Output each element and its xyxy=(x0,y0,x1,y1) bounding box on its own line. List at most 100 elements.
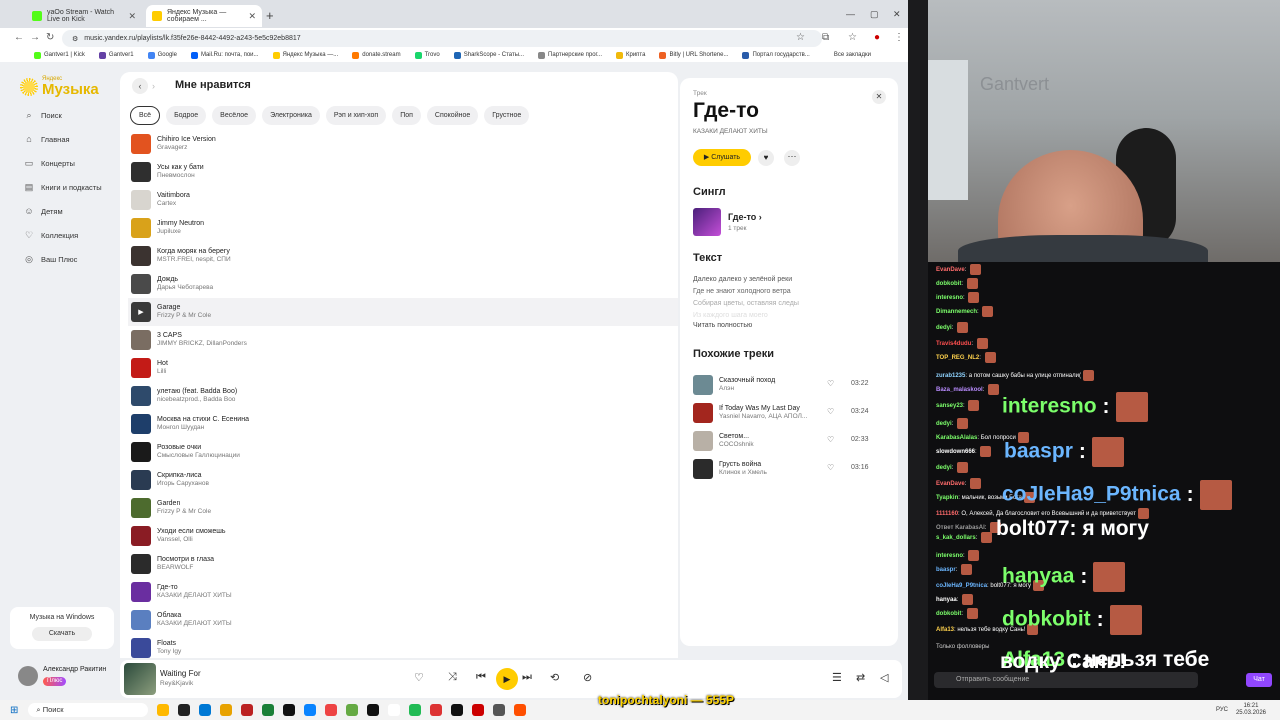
track-artist[interactable]: Cartex xyxy=(157,200,190,208)
chat-username[interactable]: hanyaa xyxy=(936,597,957,603)
queue-icon[interactable]: ☰ xyxy=(832,671,842,684)
similar-track-cover[interactable] xyxy=(693,459,713,479)
bookmark-item[interactable]: SharkScope - Статы... xyxy=(453,51,524,59)
table-row[interactable]: Усы как у бати Пневмослон xyxy=(128,158,678,186)
tab-yandex-music[interactable]: Яндекс Музыка — собираем ... ✕ xyxy=(146,5,262,27)
chat-username[interactable]: Baza_malaskool xyxy=(936,387,983,393)
track-artist[interactable]: BEARWOLF xyxy=(157,564,214,572)
chat-username[interactable]: interesno xyxy=(936,295,963,301)
filter-chip[interactable]: Грустное xyxy=(484,106,530,125)
track-artist[interactable]: Frizzy P & Mr Cole xyxy=(157,508,211,516)
sidebar-item-books-podcasts[interactable]: ▤ Книги и подкасты xyxy=(24,182,102,193)
taskbar-app-icon[interactable] xyxy=(346,704,359,716)
chat-username[interactable]: dedyi xyxy=(936,421,952,427)
menu-dots-icon[interactable]: ⋮ xyxy=(894,32,904,43)
window-close-icon[interactable]: ✕ xyxy=(893,9,901,20)
more-dots-icon[interactable]: ··· xyxy=(784,150,800,166)
read-all-link[interactable]: Читать полностью xyxy=(693,322,752,329)
track-title[interactable]: Где-то xyxy=(157,584,232,593)
track-cover[interactable] xyxy=(131,330,151,350)
similar-track-cover[interactable] xyxy=(693,375,713,395)
equalizer-icon[interactable]: ⇄ xyxy=(856,671,865,684)
maximize-icon[interactable]: ▢ xyxy=(870,9,879,20)
filter-chip[interactable]: Бодрое xyxy=(166,106,207,125)
chat-username[interactable]: Tyapkin xyxy=(936,495,958,501)
similar-track-cover[interactable] xyxy=(693,431,713,451)
chat-username[interactable]: 1111160 xyxy=(936,511,958,517)
user-profile[interactable]: Александр Ракитин Плюс xyxy=(18,666,106,686)
track-title[interactable]: улетаю (feat. Badda Boo) xyxy=(157,388,237,397)
close-icon[interactable]: ✕ xyxy=(248,11,256,22)
track-artist[interactable]: Jupiluxe xyxy=(157,228,204,236)
play-icon[interactable]: ▶ xyxy=(138,308,143,316)
track-cover[interactable] xyxy=(131,610,151,630)
yandex-music-logo[interactable]: Яндекс Музыка xyxy=(20,76,99,97)
table-row[interactable]: Vaitimbora Cartex xyxy=(128,186,678,214)
download-button[interactable]: Скачать xyxy=(32,627,92,641)
track-title[interactable]: Vaitimbora xyxy=(157,192,190,201)
similar-track-title[interactable]: Сказочный поход xyxy=(719,377,775,386)
chat-username[interactable]: EvanDave xyxy=(936,267,965,273)
listen-button[interactable]: ▶ Слушать xyxy=(693,149,751,166)
table-row[interactable]: Скрипка-лиса Игорь Саруханов xyxy=(128,466,678,494)
extensions-icon[interactable]: ⧉ xyxy=(822,32,829,43)
filter-chip[interactable]: Рэп и хип-хоп xyxy=(325,106,387,125)
bookmark-star-icon[interactable]: ☆ xyxy=(796,32,805,43)
track-cover[interactable] xyxy=(131,554,151,574)
bookmark-item[interactable]: Gantver1 | Kick xyxy=(34,51,85,59)
track-title[interactable]: Уходи если сможешь xyxy=(157,528,226,537)
minimize-icon[interactable]: — xyxy=(846,9,855,19)
table-row[interactable]: Уходи если сможешь Vanssel, Olli xyxy=(128,522,678,550)
table-row[interactable]: ▶ Garage Frizzy P & Mr Cole xyxy=(128,298,678,326)
chat-input[interactable]: Отправить сообщение xyxy=(934,672,1198,688)
track-cover[interactable] xyxy=(131,498,151,518)
track-artist[interactable]: Vanssel, Olli xyxy=(157,536,226,544)
track-title[interactable]: 3 CAPS xyxy=(157,332,247,341)
table-row[interactable]: 3 CAPS JIMMY BRICKZ, DillanPonders xyxy=(128,326,678,354)
single-name[interactable]: Где-то › xyxy=(728,212,762,222)
track-artist[interactable]: КАЗАКИ ДЕЛАЮТ ХИТЫ xyxy=(157,620,232,628)
shuffle-icon[interactable]: ⤨ xyxy=(448,671,457,684)
track-cover[interactable] xyxy=(131,526,151,546)
chat-username[interactable]: Alfa13 xyxy=(936,627,954,633)
heart-icon[interactable]: ♡ xyxy=(827,435,834,444)
taskbar-app-icon[interactable] xyxy=(493,704,506,716)
track-title[interactable]: Посмотри в глаза xyxy=(157,556,214,565)
track-title[interactable]: Hot xyxy=(157,360,168,369)
sidebar-item-search[interactable]: ⌕ Поиск xyxy=(24,110,61,121)
track-artist[interactable]: Монгол Шуудан xyxy=(157,424,249,432)
similar-track-row[interactable]: If Today Was My Last Day Yasniel Navarro,… xyxy=(693,402,896,424)
chat-username[interactable]: Dimannemech xyxy=(936,309,977,315)
previous-icon[interactable]: ⏮ xyxy=(476,671,486,684)
similar-track-row[interactable]: Сказочный поход Алэн ♡ 03:22 xyxy=(693,374,896,396)
taskbar-app-icon[interactable] xyxy=(451,704,464,716)
track-title[interactable]: Когда моряк на берегу xyxy=(157,248,231,257)
table-row[interactable]: Floats Tony Igy xyxy=(128,634,678,658)
chat-username[interactable]: EvanDave xyxy=(936,481,965,487)
track-cover[interactable] xyxy=(131,470,151,490)
volume-icon[interactable]: ◁ xyxy=(880,671,888,684)
bookmark-item[interactable]: Bitly | URL Shortene... xyxy=(659,51,728,59)
table-row[interactable]: Розовые очки Смысловые Галлюцинации xyxy=(128,438,678,466)
taskbar-clock[interactable]: 16:21 25.03.2026 xyxy=(1236,703,1266,717)
table-row[interactable]: Дождь Дарья Чеботарева xyxy=(128,270,678,298)
track-cover[interactable] xyxy=(131,274,151,294)
track-title[interactable]: Jimmy Neutron xyxy=(157,220,204,229)
track-title[interactable]: Floats xyxy=(157,640,181,649)
taskbar-app-icon[interactable] xyxy=(409,704,422,716)
taskbar-app-icon[interactable] xyxy=(157,704,170,716)
table-row[interactable]: Jimmy Neutron Jupiluxe xyxy=(128,214,678,242)
windows-start-icon[interactable]: ⊞ xyxy=(10,705,18,716)
chat-username[interactable]: Travis4dudu xyxy=(936,341,971,347)
bookmarks-icon[interactable]: ☆ xyxy=(848,32,857,43)
table-row[interactable]: Облака КАЗАКИ ДЕЛАЮТ ХИТЫ xyxy=(128,606,678,634)
chat-username[interactable]: KarabasAlalas xyxy=(936,435,977,441)
forward-arrow-icon[interactable]: → xyxy=(30,32,40,43)
track-artist[interactable]: Игорь Саруханов xyxy=(157,480,209,488)
back-arrow-icon[interactable]: ← xyxy=(14,32,24,43)
track-title[interactable]: Garden xyxy=(157,500,211,509)
taskbar-app-icon[interactable] xyxy=(388,704,401,716)
chat-username[interactable]: interesno xyxy=(936,553,963,559)
bookmark-item[interactable]: Крипта xyxy=(616,51,645,59)
bookmark-item[interactable]: Яндекс Музыка —... xyxy=(272,51,338,59)
